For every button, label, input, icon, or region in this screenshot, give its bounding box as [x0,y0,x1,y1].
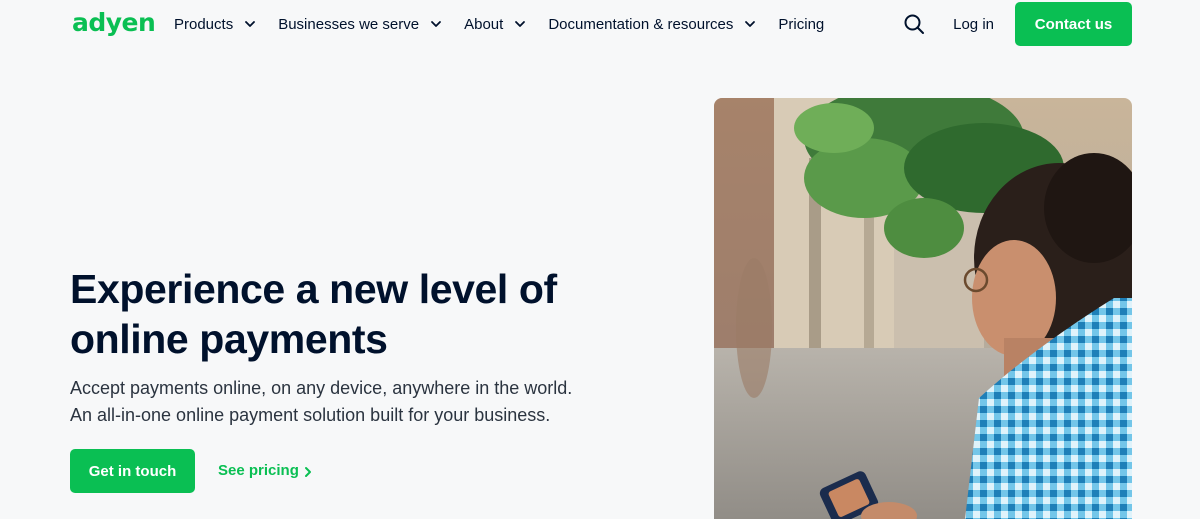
login-link[interactable]: Log in [953,16,994,33]
adyen-logo[interactable]: adyen [72,9,156,37]
chevron-down-icon [429,17,443,31]
menu-item-label: Businesses we serve [278,15,420,33]
menu-item-label: Pricing [778,15,825,33]
menu-item-label: Documentation & resources [548,15,734,33]
hero-photo [714,98,1132,519]
menu-item-products[interactable]: Products [174,0,257,48]
hero-subtitle: Accept payments online, on any device, a… [70,378,573,425]
search-icon[interactable] [903,13,925,35]
see-pricing-label: See pricing [218,462,299,479]
menu-item-documentation[interactable]: Documentation & resources [548,0,757,48]
main-menu: Products Businesses we serve About Docum… [174,0,845,48]
menu-item-pricing[interactable]: Pricing [778,0,824,48]
top-navigation: adyen Products Businesses we serve About… [0,0,1200,48]
menu-item-about[interactable]: About [464,0,527,48]
see-pricing-link[interactable]: See pricing [218,462,312,479]
contact-us-button[interactable]: Contact us [1015,2,1132,46]
menu-item-label: Products [174,15,234,33]
chevron-down-icon [243,17,257,31]
chevron-down-icon [513,17,527,31]
menu-item-businesses[interactable]: Businesses we serve [278,0,443,48]
hero-title: Experience a new level of online payment… [70,266,557,362]
nav-actions: Log in Contact us [903,2,1132,46]
chevron-right-icon [304,465,312,477]
chevron-down-icon [743,17,757,31]
get-in-touch-button[interactable]: Get in touch [70,449,195,493]
menu-item-label: About [464,15,504,33]
